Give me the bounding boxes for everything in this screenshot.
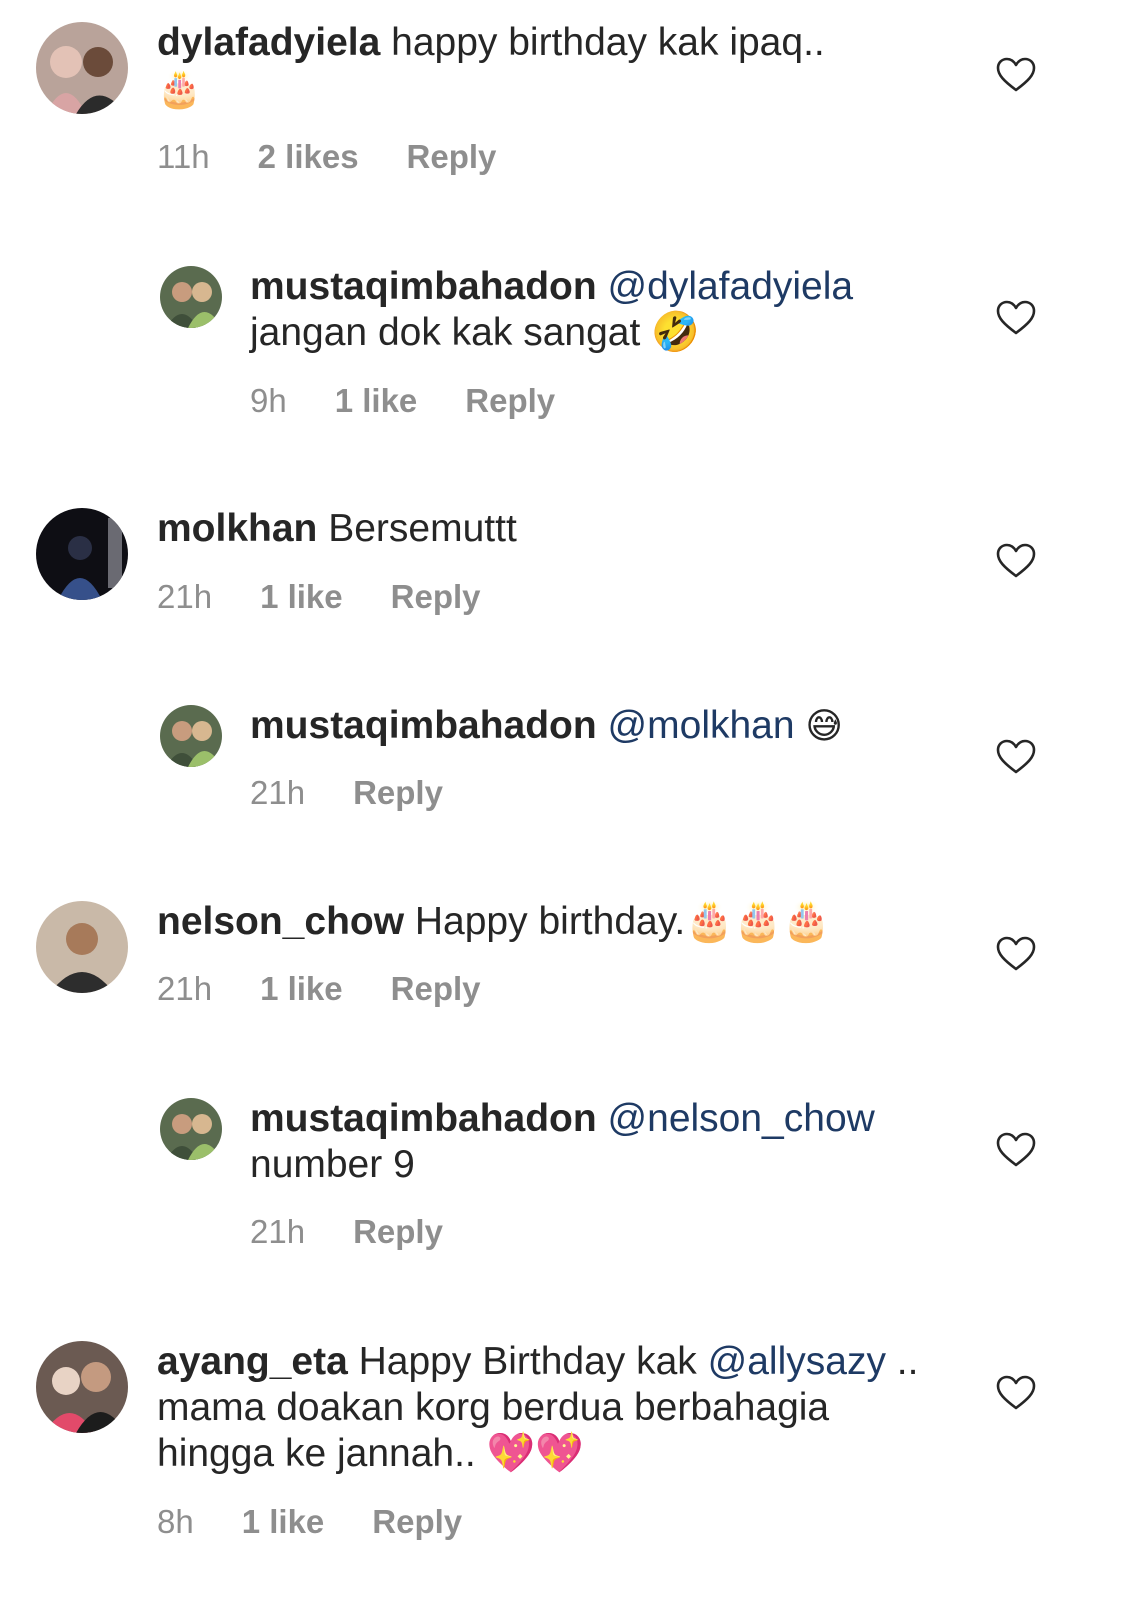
likes-count[interactable]: 1 like (260, 970, 343, 1008)
reply-button[interactable]: Reply (353, 1213, 443, 1251)
heart-outline-icon[interactable] (996, 936, 1036, 972)
likes-count[interactable]: 1 like (260, 578, 343, 616)
mention-link[interactable]: @molkhan (608, 704, 795, 747)
avatar[interactable] (160, 1098, 222, 1160)
timestamp: 11h (157, 138, 210, 175)
likes-count[interactable]: 2 likes (258, 138, 359, 176)
heart-outline-icon[interactable] (996, 543, 1036, 579)
username-link[interactable]: nelson_chow (157, 900, 404, 943)
timestamp: 21h (250, 1213, 306, 1250)
comment-meta: 9h 1 like Reply (250, 382, 555, 420)
comment-meta: 21h 1 like Reply (157, 578, 481, 616)
comment-text: mustaqimbahadon @molkhan 😅 (250, 704, 843, 747)
reply-button[interactable]: Reply (391, 970, 481, 1008)
mention-link[interactable]: @nelson_chow (608, 1097, 875, 1140)
comment-text: mustaqimbahadon @dylafadyiela jangan dok … (250, 265, 854, 354)
username-link[interactable]: mustaqimbahadon (250, 1097, 597, 1140)
avatar[interactable] (36, 22, 128, 114)
username-link[interactable]: mustaqimbahadon (250, 265, 597, 308)
heart-outline-icon[interactable] (996, 1132, 1036, 1168)
likes-count[interactable]: 1 like (242, 1503, 325, 1541)
heart-outline-icon[interactable] (996, 1375, 1036, 1411)
comment-meta: 11h 2 likes Reply (157, 138, 496, 176)
avatar[interactable] (160, 705, 222, 767)
comment-text: nelson_chow Happy birthday.🎂🎂🎂 (157, 900, 831, 943)
heart-outline-icon[interactable] (996, 300, 1036, 336)
timestamp: 21h (250, 774, 306, 811)
comment-text: dylafadyiela happy birthday kak ipaq.. 🎂 (157, 21, 825, 110)
reply-button[interactable]: Reply (391, 578, 481, 616)
username-link[interactable]: dylafadyiela (157, 21, 380, 64)
username-link[interactable]: ayang_eta (157, 1340, 348, 1383)
timestamp: 8h (157, 1503, 194, 1540)
avatar[interactable] (36, 508, 128, 600)
username-link[interactable]: mustaqimbahadon (250, 704, 597, 747)
reply-button[interactable]: Reply (407, 138, 497, 176)
avatar[interactable] (160, 266, 222, 328)
reply-button[interactable]: Reply (372, 1503, 462, 1541)
timestamp: 21h (157, 970, 213, 1007)
reply-button[interactable]: Reply (465, 382, 555, 420)
timestamp: 21h (157, 578, 213, 615)
avatar[interactable] (36, 901, 128, 993)
likes-count[interactable]: 1 like (335, 382, 418, 420)
comment-meta: 21h Reply (250, 1213, 443, 1251)
comment-text: mustaqimbahadon @nelson_chow number 9 (250, 1097, 875, 1186)
mention-link[interactable]: @dylafadyiela (608, 265, 854, 308)
avatar[interactable] (36, 1341, 128, 1433)
comment-meta: 21h Reply (250, 774, 443, 812)
username-link[interactable]: molkhan (157, 507, 317, 550)
comment-meta: 21h 1 like Reply (157, 970, 481, 1008)
heart-outline-icon[interactable] (996, 57, 1036, 93)
comment-text: ayang_eta Happy Birthday kak @allysazy .… (157, 1340, 919, 1475)
heart-outline-icon[interactable] (996, 739, 1036, 775)
reply-button[interactable]: Reply (353, 774, 443, 812)
timestamp: 9h (250, 382, 287, 419)
comment-meta: 8h 1 like Reply (157, 1503, 462, 1541)
mention-link[interactable]: @allysazy (708, 1340, 886, 1383)
comment-text: molkhan Bersemuttt (157, 507, 517, 550)
